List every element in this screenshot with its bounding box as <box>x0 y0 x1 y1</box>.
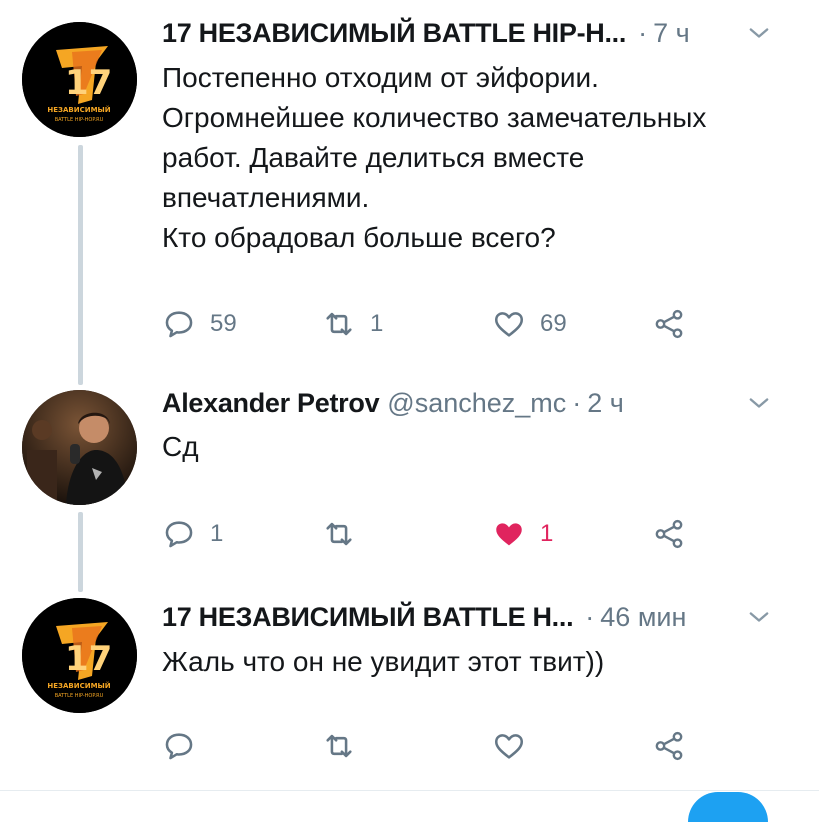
battle-logo-icon: 17 НЕЗАВИСИМЫЙ BATTLE HIP-HOP.RU <box>22 598 137 713</box>
tweet-header: 17 НЕЗАВИСИМЫЙ BATTLE Н... · 46 мин <box>162 597 799 637</box>
dot-separator: · <box>585 601 595 632</box>
retweet-icon <box>326 522 352 546</box>
retweet-count: 1 <box>370 310 384 337</box>
like-count: 1 <box>540 520 554 547</box>
tweet[interactable]: 17 НЕЗАВИСИМЫЙ BATTLE HIP-HOP.RU 17 НЕЗА… <box>0 0 819 380</box>
tweet-actions: 1 1 <box>162 514 722 554</box>
display-name[interactable]: 17 НЕЗАВИСИМЫЙ BATTLE HIP-Н... <box>162 18 626 49</box>
tweet-header: 17 НЕЗАВИСИМЫЙ BATTLE HIP-Н... · 7 ч <box>162 13 799 53</box>
retweet-button[interactable] <box>322 726 356 766</box>
battle-logo-icon: 17 НЕЗАВИСИМЫЙ BATTLE HIP-HOP.RU <box>22 22 137 137</box>
heart-icon <box>494 312 524 337</box>
share-button[interactable] <box>652 514 686 554</box>
reply-count: 59 <box>210 310 237 337</box>
tweet-text: Сд <box>162 431 199 462</box>
avatar[interactable]: 17 НЕЗАВИСИМЫЙ BATTLE HIP-HOP.RU <box>22 22 137 137</box>
tweet[interactable]: Alexander Petrov @sanchez_mc · 2 ч Сд 1 … <box>0 380 819 590</box>
compose-button[interactable] <box>688 792 768 822</box>
logo-line-1: НЕЗАВИСИМЫЙ <box>47 105 110 114</box>
reply-icon <box>165 311 193 338</box>
share-button[interactable] <box>652 304 686 344</box>
dot-separator: · <box>638 17 648 48</box>
reply-icon <box>165 521 193 548</box>
retweet-icon <box>326 734 352 758</box>
tweet-actions: 59 1 69 <box>162 304 722 344</box>
tweet-text: Постепенно отходим от эйфории. Огромнейш… <box>162 62 707 253</box>
logo-line-2: BATTLE HIP-HOP.RU <box>55 693 104 699</box>
retweet-button[interactable]: 1 <box>322 304 383 344</box>
logo-number: 17 <box>65 63 112 103</box>
timestamp[interactable]: 7 ч <box>653 18 690 49</box>
tweet-actions <box>162 726 722 766</box>
display-name[interactable]: Alexander Petrov <box>162 388 380 419</box>
chevron-down-icon[interactable] <box>745 389 773 417</box>
reply-icon <box>165 733 193 760</box>
tweet[interactable]: 17 НЕЗАВИСИМЫЙ BATTLE HIP-HOP.RU 17 НЕЗА… <box>0 590 819 790</box>
bottom-divider <box>0 790 819 791</box>
share-icon <box>655 519 683 549</box>
avatar[interactable]: 17 НЕЗАВИСИМЫЙ BATTLE HIP-HOP.RU <box>22 598 137 713</box>
like-count: 69 <box>540 310 567 337</box>
chevron-down-icon[interactable] <box>745 19 773 47</box>
user-photo-icon <box>22 390 137 505</box>
like-button[interactable]: 69 <box>492 304 567 344</box>
tweet-text: Жаль что он не увидит этот твит)) <box>162 646 605 677</box>
retweet-icon <box>326 312 352 336</box>
like-button[interactable]: 1 <box>492 514 553 554</box>
display-name[interactable]: 17 НЕЗАВИСИМЫЙ BATTLE Н... <box>162 602 574 633</box>
logo-line-1: НЕЗАВИСИМЫЙ <box>47 681 110 690</box>
reply-button[interactable]: 59 <box>162 304 237 344</box>
user-handle[interactable]: @sanchez_mc <box>387 388 566 419</box>
like-button[interactable] <box>492 726 526 766</box>
logo-number: 17 <box>65 639 112 679</box>
timestamp[interactable]: 2 ч <box>587 388 624 419</box>
share-icon <box>655 309 683 339</box>
reply-button[interactable]: 1 <box>162 514 223 554</box>
reply-button[interactable] <box>162 726 196 766</box>
retweet-button[interactable] <box>322 514 370 554</box>
timestamp[interactable]: 46 мин <box>600 602 686 633</box>
heart-icon <box>494 734 524 759</box>
avatar[interactable] <box>22 390 137 505</box>
share-button[interactable] <box>652 726 686 766</box>
tweet-header: Alexander Petrov @sanchez_mc · 2 ч <box>162 383 799 423</box>
share-icon <box>655 731 683 761</box>
dot-separator: · <box>572 387 582 418</box>
chevron-down-icon[interactable] <box>745 603 773 631</box>
logo-line-2: BATTLE HIP-HOP.RU <box>55 117 104 123</box>
heart-filled-icon <box>496 523 522 546</box>
reply-count: 1 <box>210 520 224 547</box>
